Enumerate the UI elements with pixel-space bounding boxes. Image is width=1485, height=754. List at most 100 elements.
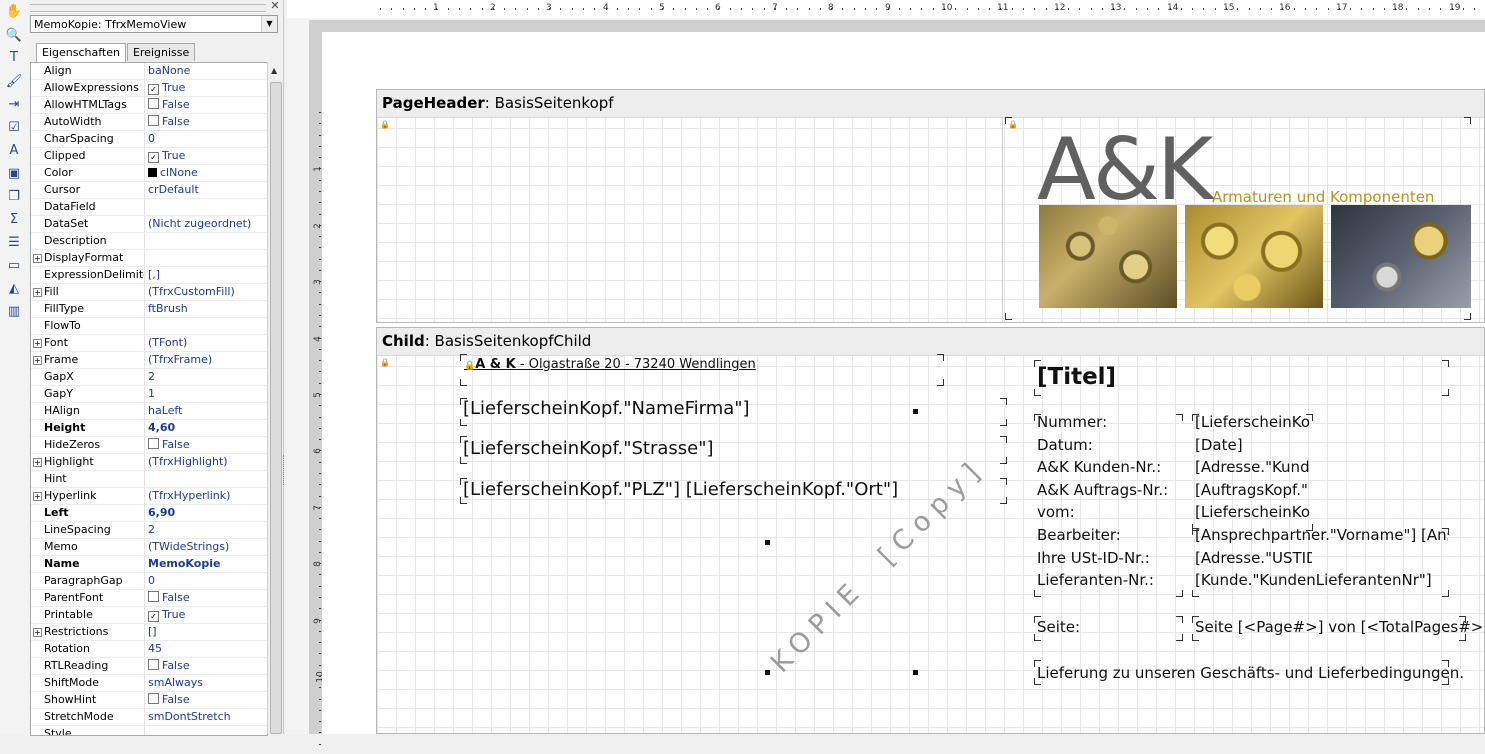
property-row[interactable]: + Hyperlink (TfrxHyperlink) [31, 488, 267, 505]
info-value-field[interactable]: [Adresse."USTID"] [1195, 549, 1312, 567]
property-value[interactable]: crDefault [148, 182, 266, 198]
close-icon[interactable]: ✕ [269, 0, 281, 12]
selection-handle[interactable] [765, 540, 770, 545]
property-row[interactable]: HideZeros False [31, 437, 267, 454]
property-row[interactable]: FlowTo [31, 318, 267, 335]
property-row[interactable]: RTLReading False [31, 658, 267, 675]
property-row[interactable]: DataField [31, 199, 267, 216]
align-tool-icon[interactable]: ⇥ [4, 95, 24, 115]
property-value[interactable]: [,] [148, 267, 266, 283]
property-row[interactable]: Cursor crDefault [31, 182, 267, 199]
property-value[interactable]: (TFont) [148, 335, 266, 351]
zoom-tool-icon[interactable]: 🔍 [4, 26, 24, 46]
property-value[interactable]: False [148, 590, 266, 606]
property-row[interactable]: Memo (TWideStrings) [31, 539, 267, 556]
property-value[interactable]: [] [148, 624, 266, 640]
property-row[interactable]: AutoWidth False [31, 114, 267, 131]
text-tool-icon[interactable]: T [4, 48, 24, 68]
property-value[interactable]: 45 [148, 641, 266, 657]
property-row[interactable]: + DisplayFormat [31, 250, 267, 267]
property-value[interactable]: 6,90 [148, 505, 266, 521]
property-value[interactable]: (TWideStrings) [148, 539, 266, 555]
unchecked-checkbox[interactable] [148, 98, 159, 109]
property-row[interactable]: Name MemoKopie [31, 556, 267, 573]
chevron-down-icon[interactable]: ▼ [261, 16, 277, 32]
picture-tool-icon[interactable]: ▣ [4, 164, 24, 184]
selection-handle[interactable] [913, 670, 918, 675]
property-value[interactable]: False [148, 97, 266, 113]
property-row[interactable]: ShiftMode smAlways [31, 675, 267, 692]
property-row[interactable]: ExpressionDelimiters [,] [31, 267, 267, 284]
company-logo[interactable]: A&K Armaturen und Komponenten [1034, 118, 1474, 313]
unchecked-checkbox[interactable] [148, 693, 159, 704]
property-value[interactable]: smAlways [148, 675, 266, 691]
info-label[interactable]: Datum: [1037, 436, 1093, 454]
property-value[interactable]: MemoKopie [148, 556, 266, 572]
property-row[interactable]: + Font (TFont) [31, 335, 267, 352]
page-number-field[interactable]: Seite [<Page#>] von [<TotalPages#>] [1195, 618, 1485, 636]
property-row[interactable]: + Fill (TfrxCustomFill) [31, 284, 267, 301]
property-row[interactable]: Rotation 45 [31, 641, 267, 658]
property-value[interactable]: baNone [148, 63, 266, 79]
property-value[interactable]: clNone [148, 165, 266, 181]
checkbox-tool-icon[interactable]: ☑ [4, 118, 24, 138]
property-row[interactable]: CharSpacing 0 [31, 131, 267, 148]
property-scrollbar[interactable]: ▲ [267, 62, 283, 734]
address-street-field[interactable]: [LieferscheinKopf."Strasse"] [463, 438, 714, 459]
property-value[interactable]: ftBrush [148, 301, 266, 317]
property-value[interactable]: 1 [148, 386, 266, 402]
selection-handle[interactable] [765, 670, 770, 675]
property-value[interactable]: (Nicht zugeordnet) [148, 216, 266, 232]
unchecked-checkbox[interactable] [148, 659, 159, 670]
unchecked-checkbox[interactable] [148, 591, 159, 602]
selection-handle[interactable] [913, 409, 918, 414]
info-label[interactable]: Nummer: [1037, 413, 1107, 431]
info-value-field[interactable]: [Adresse."Kund [1195, 458, 1312, 476]
unchecked-checkbox[interactable] [148, 438, 159, 449]
property-value[interactable]: 0 [148, 573, 266, 589]
property-value[interactable]: (TfrxFrame) [148, 352, 266, 368]
shape-tool-icon[interactable]: ◭ [4, 279, 24, 299]
property-row[interactable]: FillType ftBrush [31, 301, 267, 318]
info-label[interactable]: Lieferanten-Nr.: [1037, 571, 1154, 589]
property-row[interactable]: HAlign haLeft [31, 403, 267, 420]
property-row[interactable]: Description [31, 233, 267, 250]
info-value-field[interactable]: [AuftragsKopf." [1195, 481, 1312, 499]
sum-tool-icon[interactable]: Σ [4, 210, 24, 230]
sender-address-line[interactable]: 🔒A & K - Olgastraße 20 - 73240 Wendlinge… [464, 357, 756, 372]
property-row[interactable]: DataSet (Nicht zugeordnet) [31, 216, 267, 233]
report-title-field[interactable]: [Titel] [1037, 364, 1116, 390]
info-value-field[interactable]: [LieferscheinKo [1195, 503, 1312, 521]
page-number-label[interactable]: Seite: [1037, 618, 1080, 636]
info-label[interactable]: Bearbeiter: [1037, 526, 1121, 544]
info-label[interactable]: vom: [1037, 503, 1075, 521]
property-value[interactable]: False [148, 114, 266, 130]
property-value[interactable]: (TfrxHighlight) [148, 454, 266, 470]
hand-tool-icon[interactable]: ✋ [4, 2, 24, 22]
property-row[interactable]: AllowHTMLTags False [31, 97, 267, 114]
property-row[interactable]: ShowHint False [31, 692, 267, 709]
tab-eigenschaften[interactable]: Eigenschaften [36, 43, 126, 62]
property-row[interactable]: ParentFont False [31, 590, 267, 607]
barcode-tool-icon[interactable]: ▥ [4, 302, 24, 322]
property-row[interactable]: GapX 2 [31, 369, 267, 386]
tab-ereignisse[interactable]: Ereignisse [126, 43, 196, 61]
checked-checkbox[interactable]: ✓ [148, 84, 159, 95]
property-row[interactable]: Left 6,90 [31, 505, 267, 522]
property-value[interactable]: haLeft [148, 403, 266, 419]
property-value[interactable]: (TfrxHyperlink) [148, 488, 266, 504]
property-row[interactable]: Clipped ✓ True [31, 148, 267, 165]
property-value[interactable]: False [148, 658, 266, 674]
info-label[interactable]: Ihre USt-ID-Nr.: [1037, 549, 1150, 567]
property-row[interactable]: GapY 1 [31, 386, 267, 403]
property-row[interactable]: Color clNone [31, 165, 267, 182]
unchecked-checkbox[interactable] [148, 115, 159, 126]
info-value-field[interactable]: [LieferscheinKo [1195, 413, 1312, 431]
property-value[interactable]: False [148, 692, 266, 708]
checked-checkbox[interactable]: ✓ [148, 152, 159, 163]
terms-note-field[interactable]: Lieferung zu unseren Geschäfts- und Lief… [1037, 664, 1464, 682]
property-value[interactable]: (TfrxCustomFill) [148, 284, 266, 300]
info-label[interactable]: A&K Auftrags-Nr.: [1037, 481, 1168, 499]
scrollbar-thumb[interactable] [270, 82, 282, 734]
property-row[interactable]: LineSpacing 2 [31, 522, 267, 539]
